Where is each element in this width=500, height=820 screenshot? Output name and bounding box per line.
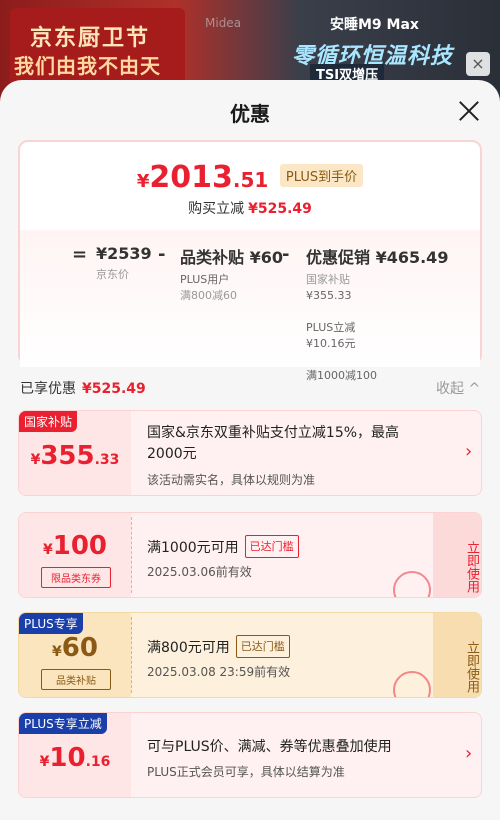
coupon-right: 可与PLUS价、满减、券等优惠叠加使用 PLUS正式会员可享，具体以结算为准 › bbox=[131, 713, 481, 797]
coupon-amount: ¥355.33 bbox=[30, 441, 120, 471]
chevron-right-icon[interactable]: › bbox=[465, 743, 472, 764]
promo-value-2: ¥10.16元 bbox=[306, 337, 356, 350]
jd-price: ¥2539 bbox=[96, 244, 152, 263]
coupon-desc: 满1000元可用 已达门槛 bbox=[147, 535, 299, 559]
jd-price-col: ¥2539 京东价 bbox=[96, 244, 152, 283]
minus-sign-2: - bbox=[282, 244, 290, 265]
category-rule: 满800减60 bbox=[180, 289, 237, 302]
category-subsidy-col: 品类补贴 ¥60 PLUS用户 满800减60 bbox=[180, 244, 283, 304]
coupon-left: ¥100 限品类东券 bbox=[19, 513, 131, 597]
price-breakdown: = ¥2539 京东价 - 品类补贴 ¥60 PLUS用户 满800减60 - 优… bbox=[20, 230, 480, 382]
enjoyed-label: 已享优惠 bbox=[20, 381, 76, 397]
promo-label-3: 满1000减100 bbox=[306, 369, 377, 382]
coupon-card-plus-60[interactable]: PLUS专享 ¥60 品类补贴 满800元可用 已达门槛 2025.03.08 2… bbox=[18, 612, 482, 698]
enjoyed-value: ¥525.49 bbox=[82, 381, 146, 397]
final-price-row: ¥2013.51 PLUS到手价 bbox=[20, 160, 480, 195]
coupon-amount: ¥100 bbox=[42, 531, 108, 561]
coupon-card-100[interactable]: ¥100 限品类东券 满1000元可用 已达门槛 2025.03.06前有效 立即… bbox=[18, 512, 482, 598]
promo-total: 优惠促销 ¥465.49 bbox=[306, 248, 449, 267]
promo-label-2: PLUS立减 bbox=[306, 321, 356, 334]
banner-subtitle: 我们由我不由天 bbox=[14, 54, 161, 78]
sheet-header: 优惠 bbox=[0, 80, 500, 142]
minus-sign-1: - bbox=[158, 244, 166, 265]
banner-brand: Midea bbox=[205, 16, 242, 30]
category-user: PLUS用户 bbox=[180, 273, 230, 286]
equals-sign: = bbox=[72, 244, 88, 265]
coupon-tag: 国家补贴 bbox=[19, 411, 78, 432]
coupon-amount: ¥60 bbox=[52, 633, 98, 663]
plus-price-tag: PLUS到手价 bbox=[279, 164, 364, 187]
coupon-subtag: 限品类东券 bbox=[41, 567, 111, 588]
threshold-badge: 已达门槛 bbox=[235, 635, 290, 658]
coupon-left: 国家补贴 ¥355.33 bbox=[19, 411, 131, 495]
coupon-tag: PLUS专享 bbox=[19, 613, 83, 634]
coupon-desc: 可与PLUS价、满减、券等优惠叠加使用 bbox=[147, 739, 392, 755]
promo-label-1: 国家补贴 bbox=[306, 273, 350, 286]
coupon-right: 满1000元可用 已达门槛 2025.03.06前有效 立即使用 bbox=[131, 513, 481, 597]
coupon-card-national[interactable]: 国家补贴 ¥355.33 国家&京东双重补贴支付立减15%，最高 2000元 该活… bbox=[18, 410, 482, 496]
coupon-right: 国家&京东双重补贴支付立减15%，最高 2000元 该活动需实名，具体以规则为准 … bbox=[131, 411, 481, 495]
jd-price-label: 京东价 bbox=[96, 268, 129, 281]
coupon-left: PLUS专享立减 ¥10.16 bbox=[19, 713, 131, 797]
coupon-tag: PLUS专享立减 bbox=[19, 713, 107, 734]
threshold-badge: 已达门槛 bbox=[244, 535, 299, 558]
coupon-right: 满800元可用 已达门槛 2025.03.08 23:59前有效 立即使用 bbox=[131, 613, 481, 697]
final-price: ¥2013.51 bbox=[136, 160, 269, 195]
reduce-row: 购买立减 ¥525.49 bbox=[20, 198, 480, 218]
use-now-button[interactable]: 立即使用 bbox=[433, 513, 481, 597]
received-stamp-icon bbox=[393, 671, 431, 697]
promo-value-1: ¥355.33 bbox=[306, 289, 352, 302]
chevron-right-icon[interactable]: › bbox=[465, 441, 472, 462]
coupon-note: 该活动需实名，具体以规则为准 bbox=[147, 473, 316, 487]
received-stamp-icon bbox=[393, 571, 431, 597]
coupon-subtag: 品类补贴 bbox=[41, 669, 111, 690]
banner-model: 安睡M9 Max bbox=[330, 17, 419, 33]
reduce-value: ¥525.49 bbox=[248, 201, 312, 217]
coupon-desc: 满800元可用 已达门槛 bbox=[147, 635, 290, 659]
use-now-button[interactable]: 立即使用 bbox=[433, 613, 481, 697]
category-subsidy: 品类补贴 ¥60 bbox=[180, 248, 283, 267]
coupon-card-plus-reduce[interactable]: PLUS专享立减 ¥10.16 可与PLUS价、满减、券等优惠叠加使用 PLUS… bbox=[18, 712, 482, 798]
promo-col: 优惠促销 ¥465.49 国家补贴 ¥355.33 PLUS立减 ¥10.16元… bbox=[306, 244, 448, 384]
banner-close-icon[interactable]: × bbox=[466, 52, 490, 76]
collapse-button[interactable]: 收起 ^ bbox=[436, 378, 480, 398]
price-summary-card: ¥2013.51 PLUS到手价 购买立减 ¥525.49 = ¥2539 京东价… bbox=[18, 140, 482, 382]
coupon-validity: 2025.03.08 23:59前有效 bbox=[147, 665, 291, 679]
sheet-title: 优惠 bbox=[230, 102, 270, 126]
enjoyed-discount: 已享优惠 ¥525.49 bbox=[20, 378, 146, 398]
coupon-left: PLUS专享 ¥60 品类补贴 bbox=[19, 613, 131, 697]
summary-top: ¥2013.51 PLUS到手价 购买立减 ¥525.49 bbox=[20, 142, 480, 230]
reduce-label: 购买立减 bbox=[188, 201, 245, 217]
coupon-note: PLUS正式会员可享，具体以结算为准 bbox=[147, 765, 345, 779]
coupon-desc: 国家&京东双重补贴支付立减15%，最高 2000元 bbox=[147, 425, 400, 462]
coupon-validity: 2025.03.06前有效 bbox=[147, 565, 252, 579]
close-icon[interactable] bbox=[456, 98, 482, 124]
discount-sheet: 优惠 ¥2013.51 PLUS到手价 购买立减 ¥525.49 = ¥2539 … bbox=[0, 80, 500, 820]
coupon-amount: ¥10.16 bbox=[39, 743, 111, 773]
banner-title: 京东厨卫节 bbox=[30, 26, 151, 51]
